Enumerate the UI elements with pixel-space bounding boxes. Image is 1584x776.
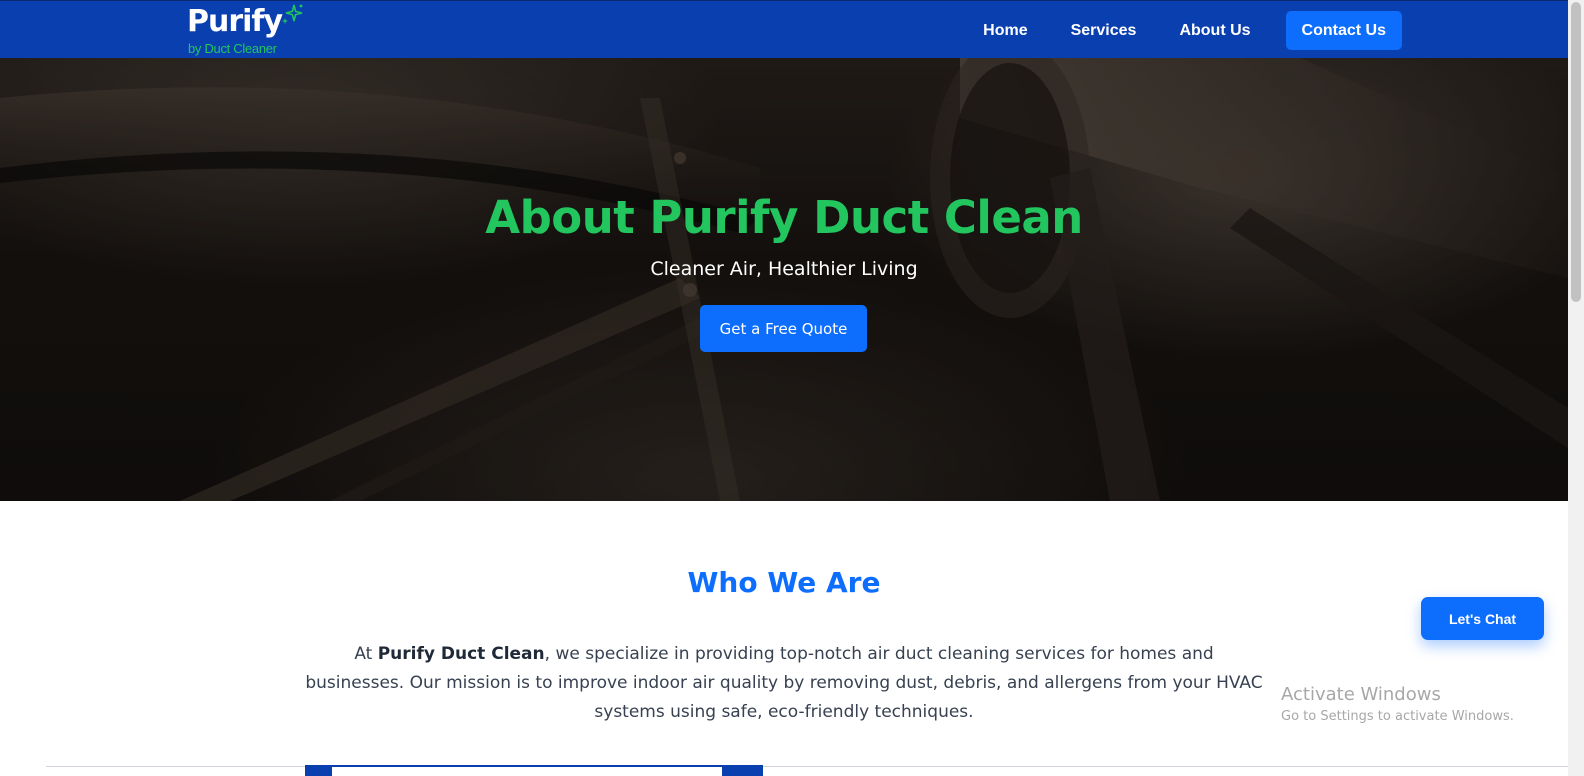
- brand-tagline: by Duct Cleaner: [188, 41, 277, 56]
- main-nav: Home Services About Us Contact Us: [983, 11, 1402, 50]
- get-free-quote-button[interactable]: Get a Free Quote: [700, 305, 867, 352]
- body-company-name: Purify Duct Clean: [377, 644, 545, 664]
- scrollbar-thumb[interactable]: [1571, 2, 1581, 302]
- body-prefix: At: [354, 644, 378, 664]
- nav-about-us[interactable]: About Us: [1179, 11, 1250, 50]
- navbar: Purify by Duct Cleaner Home Services Abo…: [0, 0, 1568, 58]
- nav-home[interactable]: Home: [983, 11, 1027, 50]
- windows-activation-watermark: Activate Windows Go to Settings to activ…: [1281, 684, 1561, 727]
- nav-services[interactable]: Services: [1071, 11, 1137, 50]
- contact-us-button[interactable]: Contact Us: [1285, 11, 1402, 50]
- watermark-title: Activate Windows: [1281, 684, 1441, 705]
- hero-section: About Purify Duct Clean Cleaner Air, Hea…: [0, 58, 1568, 501]
- sparkle-icon: [282, 4, 303, 24]
- watermark-subtitle: Go to Settings to activate Windows.: [1281, 709, 1514, 724]
- page-scrollbar[interactable]: [1568, 0, 1584, 776]
- brand-logo[interactable]: Purify by Duct Cleaner: [187, 3, 317, 57]
- who-we-are-title: Who We Are: [687, 566, 881, 599]
- brand-name: Purify: [187, 4, 283, 39]
- section-divider: [46, 766, 1568, 767]
- page: Purify by Duct Cleaner Home Services Abo…: [0, 0, 1568, 776]
- hero-title: About Purify Duct Clean: [485, 191, 1083, 244]
- lets-chat-button[interactable]: Let's Chat: [1421, 597, 1544, 640]
- who-we-are-body: At Purify Duct Clean, we specialize in p…: [303, 640, 1265, 727]
- hero-subtitle: Cleaner Air, Healthier Living: [650, 258, 918, 280]
- next-section-card-inner: [332, 767, 722, 776]
